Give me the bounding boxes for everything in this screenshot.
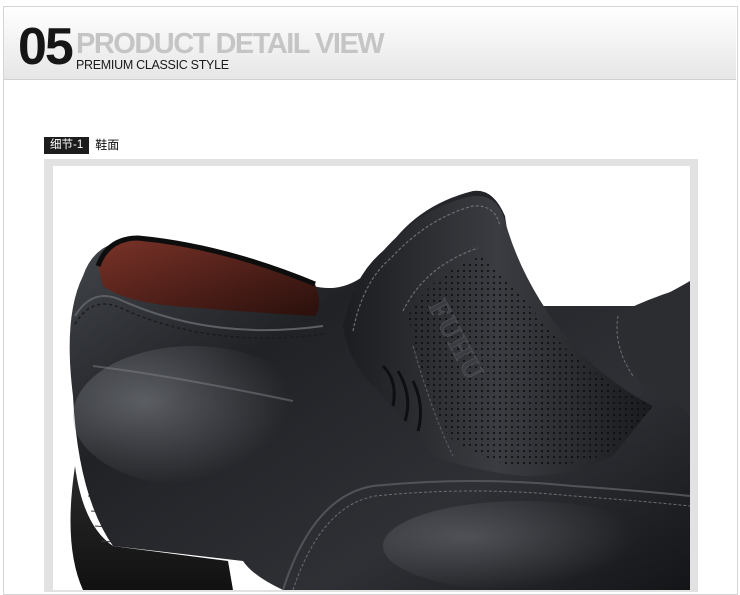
detail-tag: 细节-1 bbox=[44, 137, 90, 154]
detail-caption: 细节-1 鞋面 bbox=[44, 137, 119, 154]
section-header: 05 PRODUCT DETAIL VIEW PREMIUM CLASSIC S… bbox=[4, 7, 736, 80]
section-title: PRODUCT DETAIL VIEW bbox=[76, 28, 385, 60]
section-subtitle: PREMIUM CLASSIC STYLE bbox=[76, 58, 229, 72]
section-number: 05 bbox=[18, 18, 74, 76]
shoe-detail-photo: FUHU bbox=[53, 166, 690, 590]
detail-label: 鞋面 bbox=[95, 138, 120, 152]
shoe-illustration: FUHU bbox=[53, 190, 690, 590]
